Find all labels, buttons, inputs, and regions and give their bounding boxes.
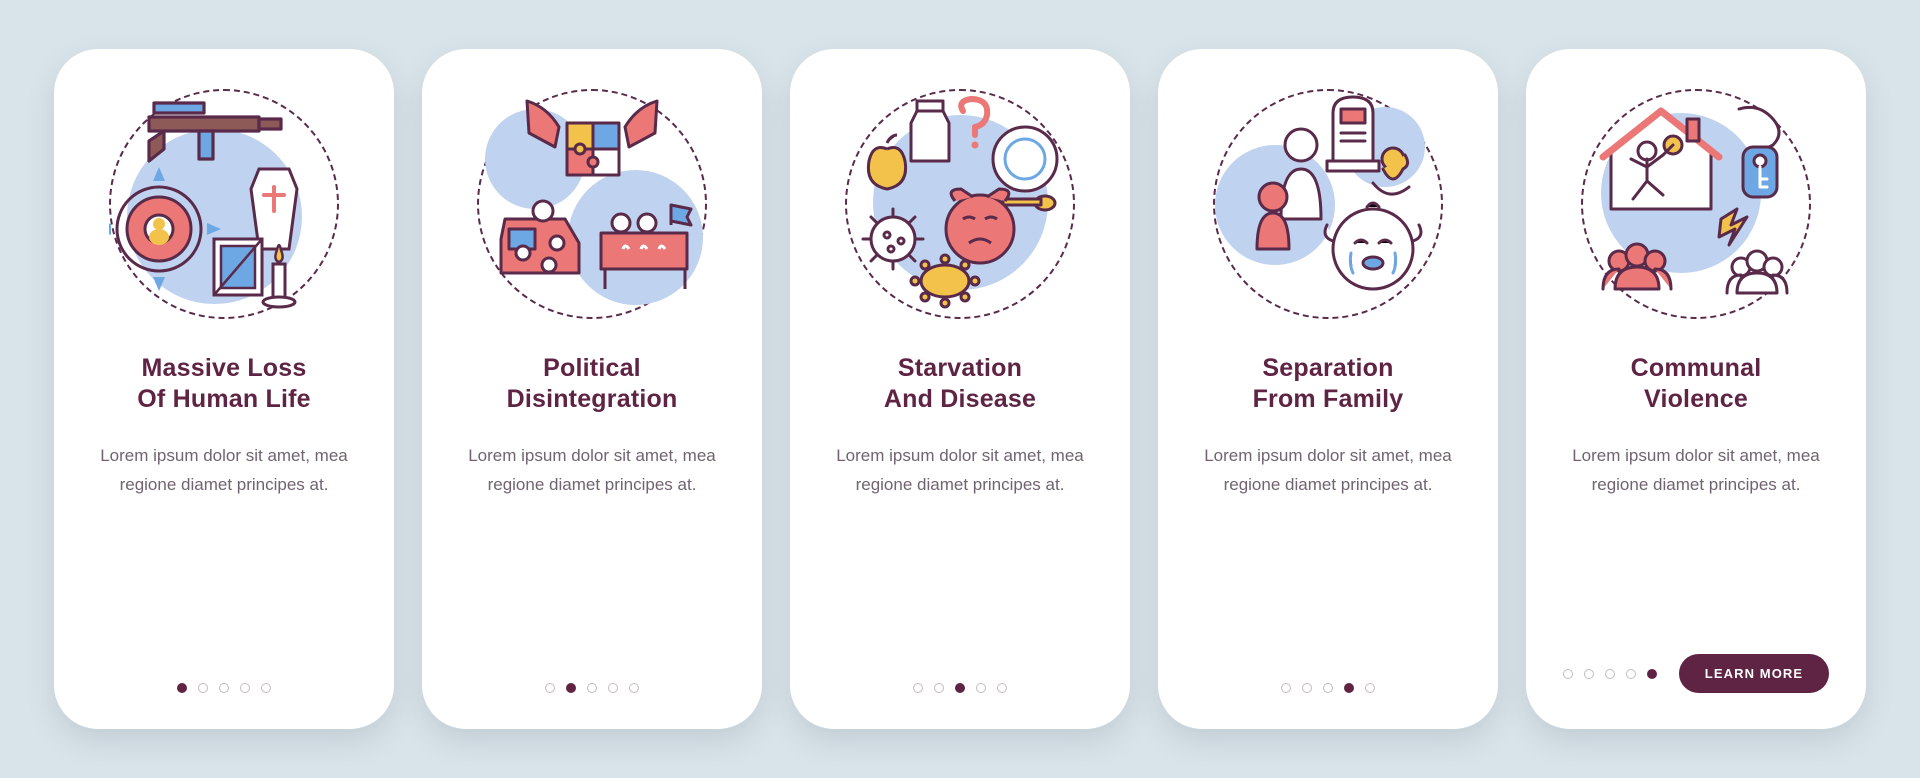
illustration-svg [845, 89, 1075, 319]
dot-3[interactable] [1323, 683, 1333, 693]
dot-4[interactable] [1344, 683, 1354, 693]
card-title: Massive LossOf Human Life [137, 353, 310, 414]
illustration-violence [1581, 89, 1811, 319]
dot-1[interactable] [545, 683, 555, 693]
dot-3[interactable] [219, 683, 229, 693]
dot-5[interactable] [629, 683, 639, 693]
dot-3[interactable] [1605, 669, 1615, 679]
pagination-dots [913, 683, 1007, 693]
card-description: Lorem ipsum dolor sit amet, mea regione … [462, 442, 722, 500]
dot-2[interactable] [198, 683, 208, 693]
dot-4[interactable] [1626, 669, 1636, 679]
card-description: Lorem ipsum dolor sit amet, mea regione … [830, 442, 1090, 500]
dot-2[interactable] [1302, 683, 1312, 693]
onboarding-card-separation: SeparationFrom Family Lorem ipsum dolor … [1158, 49, 1498, 729]
pagination-dots [177, 683, 271, 693]
dot-2[interactable] [1584, 669, 1594, 679]
dot-5[interactable] [1647, 669, 1657, 679]
illustration-svg [1213, 89, 1443, 319]
illustration-political [477, 89, 707, 319]
illustration-loss-of-life [109, 89, 339, 319]
illustration-svg [1581, 89, 1811, 319]
card-description: Lorem ipsum dolor sit amet, mea regione … [94, 442, 354, 500]
onboarding-card-violence: CommunalViolence Lorem ipsum dolor sit a… [1526, 49, 1866, 729]
onboarding-card-starvation: StarvationAnd Disease Lorem ipsum dolor … [790, 49, 1130, 729]
illustration-svg [109, 89, 339, 319]
dot-1[interactable] [913, 683, 923, 693]
onboarding-card-loss-of-life: Massive LossOf Human Life Lorem ipsum do… [54, 49, 394, 729]
dot-1[interactable] [1563, 669, 1573, 679]
illustration-separation [1213, 89, 1443, 319]
dot-1[interactable] [1281, 683, 1291, 693]
illustration-starvation [845, 89, 1075, 319]
onboarding-card-political: PoliticalDisintegration Lorem ipsum dolo… [422, 49, 762, 729]
card-title: SeparationFrom Family [1253, 353, 1404, 414]
pagination-dots [1563, 669, 1657, 679]
pagination-dots [1281, 683, 1375, 693]
card-title: PoliticalDisintegration [507, 353, 678, 414]
dot-1[interactable] [177, 683, 187, 693]
card-description: Lorem ipsum dolor sit amet, mea regione … [1566, 442, 1826, 500]
dot-2[interactable] [566, 683, 576, 693]
card-title: CommunalViolence [1631, 353, 1762, 414]
dot-4[interactable] [240, 683, 250, 693]
dot-3[interactable] [955, 683, 965, 693]
card-description: Lorem ipsum dolor sit amet, mea regione … [1198, 442, 1458, 500]
dot-4[interactable] [608, 683, 618, 693]
pagination-with-cta: LEARN MORE [1563, 654, 1829, 693]
pagination-dots [545, 683, 639, 693]
dot-4[interactable] [976, 683, 986, 693]
dot-5[interactable] [1365, 683, 1375, 693]
card-title: StarvationAnd Disease [884, 353, 1036, 414]
dot-3[interactable] [587, 683, 597, 693]
learn-more-button[interactable]: LEARN MORE [1679, 654, 1829, 693]
illustration-svg [477, 89, 707, 319]
dot-2[interactable] [934, 683, 944, 693]
dot-5[interactable] [261, 683, 271, 693]
dot-5[interactable] [997, 683, 1007, 693]
